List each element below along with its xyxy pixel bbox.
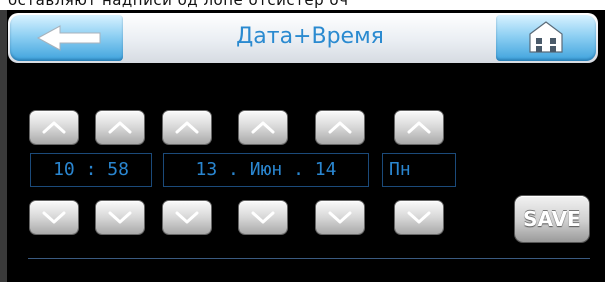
month-up-button[interactable] (239, 111, 287, 144)
date-field: 13 . Июн . 14 (163, 153, 369, 187)
weekday-up-button[interactable] (395, 111, 443, 144)
hour-up-button[interactable] (30, 111, 78, 144)
month-down-button[interactable] (239, 201, 287, 234)
save-button[interactable]: SAVE (515, 196, 589, 242)
home-button[interactable] (496, 15, 596, 61)
time-field: 10 : 58 (30, 153, 152, 187)
minute-up-button[interactable] (96, 111, 144, 144)
chevron-down-icon (407, 211, 431, 224)
back-button[interactable] (10, 15, 123, 61)
bottom-divider (28, 258, 590, 259)
home-icon (529, 21, 563, 53)
year-up-button[interactable] (316, 111, 364, 144)
back-arrow-icon (36, 25, 101, 51)
day-down-button[interactable] (163, 201, 211, 234)
chevron-down-icon (175, 211, 199, 224)
year-down-button[interactable] (316, 201, 364, 234)
clipped-top-text: оставляют надписи од лопе отсистер оч (8, 0, 349, 9)
chevron-up-icon (328, 121, 352, 134)
chevron-down-icon (42, 211, 66, 224)
clipped-top-text-strip: оставляют надписи од лопе отсистер оч (0, 0, 605, 10)
day-up-button[interactable] (163, 111, 211, 144)
chevron-up-icon (42, 121, 66, 134)
hour-down-button[interactable] (30, 201, 78, 234)
chevron-up-icon (175, 121, 199, 134)
weekday-down-button[interactable] (395, 201, 443, 234)
chevron-up-icon (251, 121, 275, 134)
weekday-field: Пн (382, 153, 456, 187)
chevron-up-icon (407, 121, 431, 134)
chevron-down-icon (328, 211, 352, 224)
page-title: Дата+Время (236, 24, 384, 49)
chevron-up-icon (108, 121, 132, 134)
chevron-down-icon (251, 211, 275, 224)
minute-down-button[interactable] (96, 201, 144, 234)
chevron-down-icon (108, 211, 132, 224)
